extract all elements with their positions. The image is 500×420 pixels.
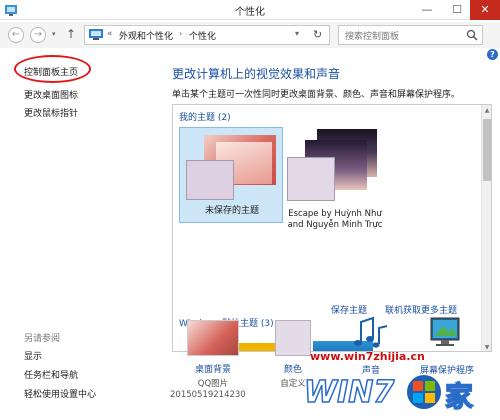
- page-description: 单击某个主题可一次性同时更改桌面背景、颜色、声音和屏幕保护程序。: [172, 90, 461, 100]
- my-themes-heading: 我的主题 (2): [179, 113, 231, 123]
- scroll-thumb[interactable]: [483, 119, 491, 181]
- address-bar[interactable]: « 外观和个性化 › 个性化 ▾ ↻: [84, 25, 330, 45]
- refresh-icon[interactable]: ↻: [313, 28, 322, 41]
- forward-button[interactable]: →: [30, 27, 46, 43]
- theme-color-swatch: [186, 160, 234, 200]
- screensaver-monitor-icon: [430, 317, 460, 346]
- site-watermark: www.win7zhijia.cn WIN7 家: [292, 350, 497, 416]
- theme-escape[interactable]: Escape by Huỳnh Như and Nguyễn Minh Trực: [283, 127, 387, 237]
- svg-text:家: 家: [445, 380, 473, 413]
- navigation-bar: ← → ▾ ↑ « 外观和个性化 › 个性化 ▾ ↻ 搜索控制面板: [0, 22, 500, 48]
- control-panel-icon: [89, 29, 103, 40]
- see-also-heading: 另请参阅: [24, 334, 61, 344]
- sidebar-link-taskbar-navigation[interactable]: 任务栏和导航: [24, 368, 78, 381]
- theme-unsaved[interactable]: 未保存的主题: [179, 127, 283, 223]
- theme-color-swatch: [287, 157, 335, 201]
- back-button[interactable]: ←: [8, 27, 24, 43]
- svg-text:WIN7: WIN7: [304, 375, 394, 410]
- scroll-up-arrow-icon[interactable]: ▲: [482, 107, 491, 114]
- desktop-background-filename: 20150519214230: [170, 390, 246, 400]
- breadcrumb-personalization[interactable]: 个性化: [189, 29, 216, 42]
- sidebar-link-ease-of-access[interactable]: 轻松使用设置中心: [24, 387, 96, 400]
- sidebar-link-change-mouse-pointers[interactable]: 更改鼠标指针: [24, 106, 78, 119]
- breadcrumb-appearance[interactable]: 外观和个性化: [119, 29, 173, 42]
- sidebar-link-change-desktop-icons[interactable]: 更改桌面图标: [24, 88, 78, 101]
- theme-name: 未保存的主题: [204, 206, 259, 216]
- title-bar: 个性化 — ☐ ✕: [0, 0, 500, 20]
- desktop-background-label: 桌面背景: [194, 365, 231, 375]
- breadcrumb-separator-icon[interactable]: ›: [179, 29, 182, 38]
- desktop-background-setting[interactable]: 桌面背景 QQ图片: [178, 320, 248, 389]
- recent-locations-chevron-icon[interactable]: ▾: [52, 30, 56, 38]
- breadcrumb-overflow-chevron-icon[interactable]: «: [107, 29, 113, 39]
- close-button[interactable]: ✕: [470, 0, 500, 20]
- search-placeholder: 搜索控制面板: [345, 32, 400, 42]
- minimize-button[interactable]: —: [412, 0, 442, 20]
- search-input[interactable]: 搜索控制面板: [338, 25, 483, 45]
- music-notes-icon: [354, 316, 388, 348]
- sidebar-link-display[interactable]: 显示: [24, 349, 42, 362]
- sidebar: 控制面板主页 更改桌面图标 更改鼠标指针 另请参阅 显示 任务栏和导航 轻松使用…: [0, 48, 150, 420]
- theme-name: Escape by Huỳnh Như and Nguyễn Minh Trực: [287, 209, 383, 230]
- search-icon[interactable]: [466, 29, 478, 41]
- desktop-background-name: QQ图片: [197, 379, 229, 389]
- maximize-button[interactable]: ☐: [442, 0, 472, 20]
- win7-logo-watermark: WIN7 家: [303, 374, 474, 414]
- sidebar-link-control-panel-home[interactable]: 控制面板主页: [24, 65, 78, 78]
- page-title: 更改计算机上的视觉效果和声音: [172, 67, 341, 81]
- up-button[interactable]: ↑: [66, 27, 76, 41]
- desktop-background-thumbnail: [187, 320, 239, 356]
- address-dropdown-chevron-icon[interactable]: ▾: [295, 29, 299, 38]
